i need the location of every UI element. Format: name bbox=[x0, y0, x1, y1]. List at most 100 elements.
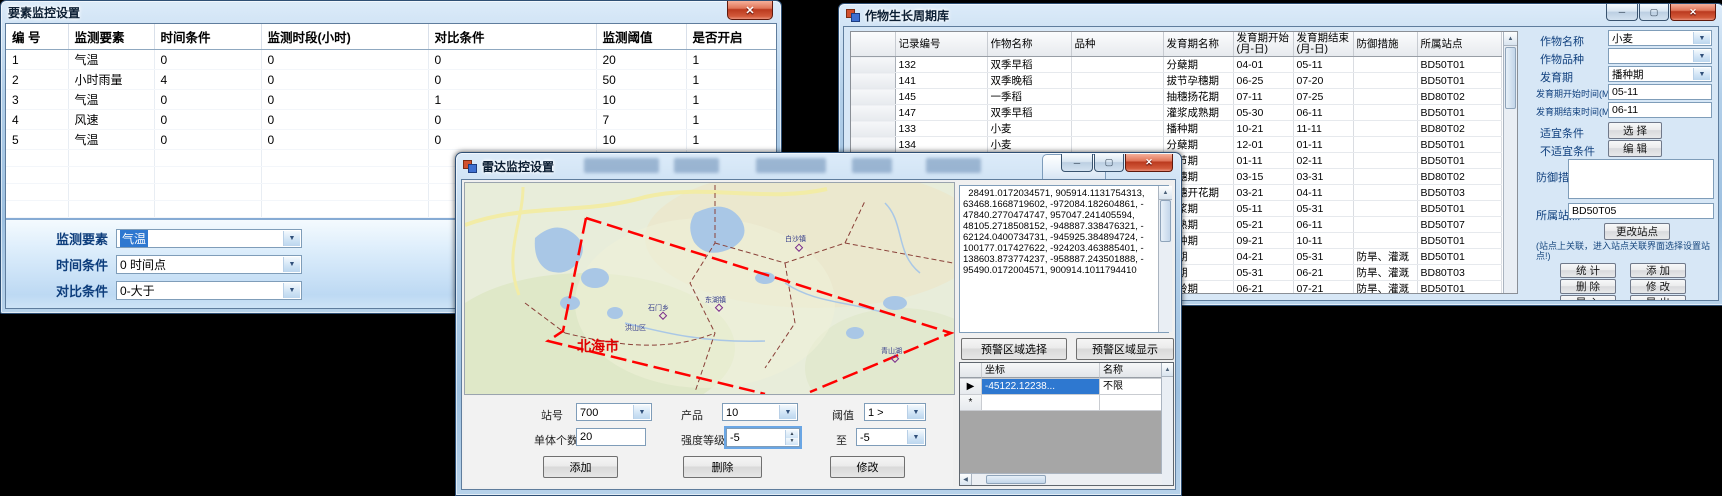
defense-textarea[interactable] bbox=[1568, 159, 1714, 199]
titlebar-radar-monitor[interactable]: 雷达监控设置 ⇔ ─ ▢ ✕ bbox=[456, 153, 1181, 179]
to-combobox[interactable]: -5 ▼ bbox=[856, 428, 926, 446]
minimize-button[interactable]: ─ bbox=[1606, 4, 1638, 21]
table-row[interactable]: 1气温000201 bbox=[6, 50, 776, 70]
scroll-up-icon[interactable]: ▲ bbox=[1159, 186, 1172, 200]
maximize-button[interactable]: ▢ bbox=[1639, 4, 1669, 21]
vertical-scrollbar[interactable]: ▲ bbox=[1503, 32, 1517, 293]
stage-start-input[interactable]: 05-11 bbox=[1608, 84, 1712, 100]
column-header[interactable]: 所属站点 bbox=[1417, 32, 1501, 57]
spin-down-icon[interactable]: ▼ bbox=[785, 438, 798, 446]
map-canvas[interactable]: 石门乡 东湖镇 洪山区 白沙镇 青山湖 北海市 bbox=[464, 182, 955, 395]
minimize-button[interactable]: ─ bbox=[1061, 154, 1093, 172]
stage-end-input[interactable]: 06-11 bbox=[1608, 102, 1712, 118]
scrollbar-thumb[interactable] bbox=[1505, 47, 1516, 109]
stat-button[interactable]: 统 计 bbox=[1560, 263, 1616, 278]
titlebar-crop-library[interactable]: 作物生长周期库 ─ ▢ ✕ bbox=[839, 4, 1722, 26]
add-button[interactable]: 添 加 bbox=[1630, 263, 1686, 278]
column-header[interactable]: 发育期结束(月-日) bbox=[1293, 32, 1353, 57]
spinner[interactable]: ▲ ▼ bbox=[785, 430, 798, 445]
table-cell: 50 bbox=[596, 70, 686, 90]
warning-area-select-button[interactable]: 预警区域选择 bbox=[961, 338, 1067, 360]
column-header[interactable]: 发育期开始(月-日) bbox=[1233, 32, 1293, 57]
grid-new-row[interactable]: * bbox=[960, 395, 1173, 411]
table-row[interactable]: 132双季早稻分蘖期04-0105-11BD50T01 bbox=[851, 57, 1501, 73]
close-button[interactable]: ✕ bbox=[727, 1, 773, 20]
threshold-combobox[interactable]: 1 > ▼ bbox=[864, 403, 926, 421]
column-header[interactable]: 监测要素 bbox=[68, 24, 154, 50]
element-combobox[interactable]: 气温 ▼ bbox=[116, 229, 302, 248]
vertical-scrollbar[interactable]: ▲ bbox=[1161, 363, 1173, 485]
chevron-down-icon[interactable]: ▼ bbox=[283, 257, 300, 272]
unsuitable-edit-button[interactable]: 编 辑 bbox=[1608, 140, 1662, 157]
table-row[interactable]: 133小麦播种期10-2111-11BD80T02 bbox=[851, 121, 1501, 137]
column-header[interactable]: 作物名称 bbox=[987, 32, 1071, 57]
table-row[interactable]: 2小时雨量400501 bbox=[6, 70, 776, 90]
table-row[interactable]: 147双季早稻灌浆成熟期05-3006-11BD50T01 bbox=[851, 105, 1501, 121]
chevron-down-icon[interactable]: ▼ bbox=[1693, 68, 1710, 80]
station-no-combobox[interactable]: 700 ▼ bbox=[576, 403, 652, 421]
chevron-down-icon[interactable]: ▼ bbox=[1693, 32, 1710, 44]
time-condition-combobox[interactable]: 0 时间点 ▼ bbox=[116, 255, 302, 274]
column-header[interactable]: 监测时段(小时) bbox=[261, 24, 428, 50]
chevron-down-icon[interactable]: ▼ bbox=[633, 405, 650, 419]
column-header[interactable]: 时间条件 bbox=[154, 24, 261, 50]
add-button[interactable]: 添加 bbox=[543, 456, 618, 478]
chevron-down-icon[interactable]: ▼ bbox=[283, 283, 300, 298]
warning-area-display-button[interactable]: 预警区域显示 bbox=[1076, 338, 1174, 360]
column-header[interactable]: 防御措施 bbox=[1353, 32, 1417, 57]
cell-count-input[interactable]: 20 bbox=[576, 428, 646, 446]
coord-column-header[interactable]: 坐标 bbox=[982, 363, 1100, 378]
column-header[interactable]: 是否开启 bbox=[686, 24, 776, 50]
modify-button[interactable]: 修改 bbox=[830, 456, 905, 478]
close-button[interactable]: ✕ bbox=[1670, 4, 1716, 21]
table-row[interactable]: 134小麦分蘖期12-0101-11BD50T01 bbox=[851, 137, 1501, 153]
column-header[interactable] bbox=[851, 32, 895, 57]
table-row[interactable]: 3气温001101 bbox=[6, 90, 776, 110]
column-header[interactable]: 品种 bbox=[1071, 32, 1163, 57]
station-input[interactable]: BD50T05 bbox=[1568, 203, 1714, 219]
titlebar-element-monitor[interactable]: 要素监控设置 ✕ bbox=[1, 1, 781, 23]
column-header[interactable]: 对比条件 bbox=[428, 24, 596, 50]
column-header[interactable]: 监测阈值 bbox=[596, 24, 686, 50]
compare-condition-combobox[interactable]: 0-大于 ▼ bbox=[116, 281, 302, 300]
modify-button[interactable]: 修 改 bbox=[1630, 279, 1686, 294]
chevron-down-icon[interactable]: ▼ bbox=[779, 405, 796, 419]
scroll-up-icon[interactable]: ▲ bbox=[1162, 363, 1173, 377]
import-button[interactable]: 导 入 bbox=[1560, 295, 1616, 301]
intensity-updown[interactable]: -5 ▲ ▼ bbox=[726, 428, 800, 447]
suitable-select-button[interactable]: 选 择 bbox=[1608, 122, 1662, 139]
coord-cell[interactable]: -45122.12238... bbox=[982, 379, 1100, 394]
maximize-button[interactable]: ▢ bbox=[1094, 154, 1124, 172]
chevron-down-icon[interactable]: ▼ bbox=[283, 231, 300, 246]
crop-variety-combobox[interactable]: ▼ bbox=[1608, 48, 1712, 64]
scroll-up-icon[interactable]: ▲ bbox=[1504, 32, 1517, 46]
stage-combobox[interactable]: 播种期 ▼ bbox=[1608, 66, 1712, 82]
chevron-down-icon[interactable]: ▼ bbox=[907, 430, 924, 444]
table-row[interactable]: 5气温000101 bbox=[6, 130, 776, 150]
scrollbar-thumb[interactable] bbox=[1160, 200, 1171, 242]
column-header[interactable]: 记录编号 bbox=[895, 32, 987, 57]
product-combobox[interactable]: 10 ▼ bbox=[722, 403, 798, 421]
table-row[interactable]: 145一季稻抽穗扬花期07-1107-25BD80T02 bbox=[851, 89, 1501, 105]
change-station-button[interactable]: 更改站点 bbox=[1604, 223, 1670, 240]
chevron-down-icon[interactable]: ▼ bbox=[907, 405, 924, 419]
export-button[interactable]: 导 出 bbox=[1630, 295, 1686, 301]
scroll-left-icon[interactable]: ◀ bbox=[960, 474, 972, 485]
delete-button[interactable]: 删 除 bbox=[1560, 279, 1616, 294]
spin-up-icon[interactable]: ▲ bbox=[785, 430, 798, 438]
grid-row[interactable]: ▶ -45122.12238... 不限 bbox=[960, 379, 1173, 395]
table-row[interactable]: 141双季晚稻拔节孕穗期06-2507-20BD50T01 bbox=[851, 73, 1501, 89]
scrollbar-thumb[interactable] bbox=[986, 475, 1046, 484]
close-button[interactable]: ✕ bbox=[1125, 154, 1173, 172]
delete-button[interactable]: 删除 bbox=[683, 456, 762, 478]
column-header[interactable]: 发育期名称 bbox=[1163, 32, 1233, 57]
chevron-down-icon[interactable]: ▼ bbox=[1693, 50, 1710, 62]
crop-name-combobox[interactable]: 小麦 ▼ bbox=[1608, 30, 1712, 46]
horizontal-scrollbar[interactable]: ◀ bbox=[960, 473, 1162, 485]
vertical-scrollbar[interactable]: ▲ bbox=[1158, 186, 1172, 332]
column-header[interactable]: 编 号 bbox=[6, 24, 68, 50]
coordinates-textarea[interactable]: 28491.0172034571, 905914.1131754313, 634… bbox=[959, 185, 1169, 333]
table-cell bbox=[1353, 137, 1417, 153]
table-cell: 07-11 bbox=[1233, 89, 1293, 105]
table-row[interactable]: 4风速00071 bbox=[6, 110, 776, 130]
